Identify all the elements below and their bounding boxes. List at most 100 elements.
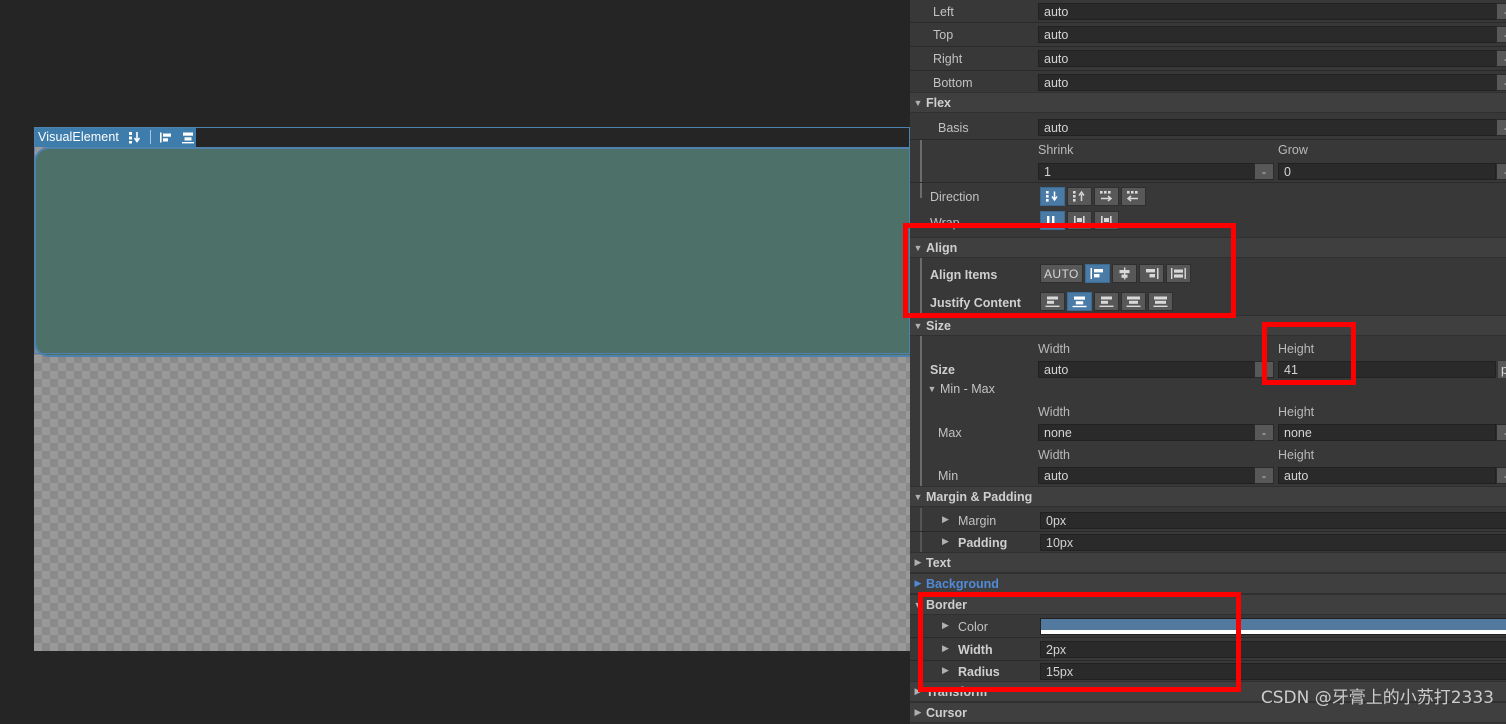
top-stepper[interactable]: - [1496,26,1506,43]
direction-row-button[interactable] [1094,187,1119,206]
section-header-border[interactable]: ▼ Border [910,594,1506,615]
shrink-grow-headers [910,143,1506,159]
field-row-basis[interactable]: Basis auto - [910,116,1506,139]
field-row-size[interactable]: Size auto 41 p [910,358,1506,381]
shrink-stepper[interactable]: - [1254,163,1274,180]
size-width-input[interactable]: auto [1038,361,1258,378]
style-inspector-panel[interactable]: Left auto - Top auto - Right auto - Bott… [910,0,1506,724]
field-row-shrink-grow[interactable]: 1 - 0 - [910,160,1506,183]
field-row-right[interactable]: Right auto - [910,47,1506,70]
field-row-padding[interactable]: ▶ Padding 10px [910,531,1506,554]
shrink-input[interactable]: 1 [1038,163,1258,180]
field-row-max[interactable]: Max none - none - [910,421,1506,444]
min-width-stepper[interactable]: - [1254,467,1274,484]
flex-direction-column-icon[interactable] [127,131,143,144]
align-items-auto-button[interactable]: AUTO [1040,264,1083,283]
field-row-border-width[interactable]: ▶ Width 2px [910,638,1506,661]
section-header-flex[interactable]: ▼ Flex [910,92,1506,113]
justify-content-center-icon[interactable] [180,131,196,144]
selected-visual-element[interactable]: VisualElement [34,127,910,651]
section-header-background[interactable]: ▶ Background [910,573,1506,594]
basis-input[interactable]: auto [1038,119,1506,136]
field-row-bottom[interactable]: Bottom auto - [910,71,1506,94]
size-width-stepper[interactable] [1254,361,1274,378]
element-badge-label: VisualElement [38,130,119,144]
border-color-swatch[interactable] [1040,618,1506,635]
max-width-input[interactable]: none [1038,424,1258,441]
chevron-right-icon[interactable]: ▶ [942,514,949,525]
bottom-stepper[interactable]: - [1496,74,1506,91]
justify-content-space-around-button[interactable] [1148,292,1173,311]
margin-input[interactable]: 0px [1040,512,1506,529]
min-width-input[interactable]: auto [1038,467,1258,484]
section-header-align[interactable]: ▼ Align [910,237,1506,258]
max-width-stepper[interactable]: - [1254,424,1274,441]
size-height-input[interactable]: 41 [1278,361,1496,378]
wrap-nowrap-button[interactable] [1040,211,1065,230]
basis-stepper[interactable]: - [1496,119,1506,136]
align-items-label: Align Items [930,268,998,282]
grow-header: Grow [1278,143,1308,157]
direction-row-reverse-button[interactable] [1121,187,1146,206]
chevron-right-icon: ▶ [914,686,922,696]
left-label: Left [933,4,954,19]
chevron-right-icon[interactable]: ▶ [942,536,949,547]
bottom-label: Bottom [933,75,973,90]
badge-divider [149,130,151,144]
field-row-border-color[interactable]: ▶ Color [910,615,1506,638]
min-height-stepper[interactable]: - [1496,467,1506,484]
ui-builder-canvas[interactable]: VisualElement [0,0,910,724]
top-input[interactable]: auto [1038,26,1506,43]
border-radius-input[interactable]: 15px [1040,663,1506,680]
field-row-margin[interactable]: ▶ Margin 0px [910,509,1506,532]
size-height-unit[interactable]: p [1498,361,1506,378]
field-row-top[interactable]: Top auto - [910,23,1506,46]
direction-column-button[interactable] [1040,187,1065,206]
wrap-wrap-reverse-button[interactable] [1094,211,1119,230]
chevron-right-icon[interactable]: ▶ [942,665,949,676]
right-stepper[interactable]: - [1496,50,1506,67]
align-items-flex-start-button[interactable] [1084,264,1110,283]
element-badge[interactable]: VisualElement [34,127,196,147]
border-width-input[interactable]: 2px [1040,641,1506,658]
right-input[interactable]: auto [1038,50,1506,67]
grow-input[interactable]: 0 [1278,163,1496,180]
align-items-button-group[interactable]: AUTO [1040,264,1191,283]
align-items-stretch-button[interactable] [1165,264,1191,283]
align-items-flex-end-button[interactable] [1138,264,1164,283]
direction-button-group[interactable] [1040,187,1146,206]
justify-content-space-between-button[interactable] [1121,292,1146,311]
field-row-border-radius[interactable]: ▶ Radius 15px [910,660,1506,683]
section-header-min-max[interactable]: ▼ Min - Max [924,379,1506,398]
wrap-wrap-button[interactable] [1067,211,1092,230]
left-input[interactable]: auto [1038,3,1506,20]
justify-content-flex-start-button[interactable] [1040,292,1065,311]
section-header-size[interactable]: ▼ Size [910,315,1506,336]
border-color-fill [1041,619,1506,630]
align-items-flex-start-icon[interactable] [158,131,174,144]
justify-content-flex-end-button[interactable] [1094,292,1119,311]
justify-content-button-group[interactable] [1040,292,1173,311]
max-height-stepper[interactable]: - [1496,424,1506,441]
align-items-center-button[interactable] [1111,264,1137,283]
bottom-input[interactable]: auto [1038,74,1506,91]
size-width-header: Width [1038,342,1070,356]
min-height-input[interactable]: auto [1278,467,1496,484]
grow-stepper[interactable]: - [1496,163,1506,180]
element-canvas-surface[interactable] [34,147,910,651]
left-stepper[interactable]: - [1496,3,1506,20]
direction-column-reverse-button[interactable] [1067,187,1092,206]
watermark-text: CSDN @牙膏上的小苏打2333 [1260,688,1494,708]
padding-input[interactable]: 10px [1040,534,1506,551]
field-row-min[interactable]: Min auto - auto - [910,464,1506,487]
chevron-right-icon[interactable]: ▶ [942,620,949,631]
wrap-button-group[interactable] [1040,211,1119,230]
rounded-visual-element-preview [34,147,910,357]
section-header-margin-padding[interactable]: ▼ Margin & Padding [910,486,1506,507]
section-header-text[interactable]: ▶ Text [910,552,1506,573]
size-label: Size [930,362,956,377]
justify-content-center-button[interactable] [1067,292,1092,311]
chevron-right-icon[interactable]: ▶ [942,643,949,654]
field-row-left[interactable]: Left auto - [910,0,1506,23]
max-height-input[interactable]: none [1278,424,1496,441]
